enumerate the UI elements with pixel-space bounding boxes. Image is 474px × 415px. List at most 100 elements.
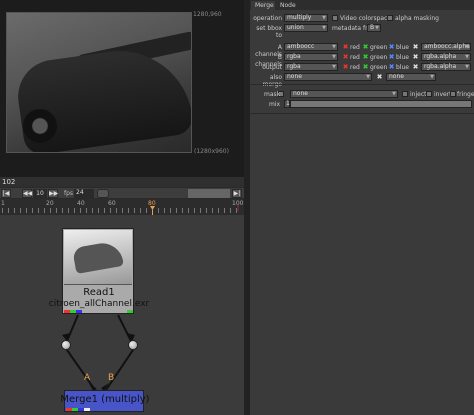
tab-node[interactable]: Node: [276, 1, 296, 10]
alpha-masking-label: alpha masking: [395, 15, 439, 22]
output-alpha-dropdown[interactable]: rgba.alpha ▼: [421, 63, 471, 71]
also-merge-dropdown-2[interactable]: none ▼: [386, 73, 436, 81]
also-merge-value: none: [287, 73, 302, 80]
red-check-icon[interactable]: ✖: [342, 44, 349, 51]
metadata-from-dropdown[interactable]: B ▼: [367, 24, 381, 32]
blue-check-icon[interactable]: ✖: [388, 64, 395, 71]
invert-checkbox[interactable]: [426, 91, 432, 97]
chevron-down-icon: ▼: [322, 15, 326, 21]
dot-node[interactable]: [128, 340, 138, 350]
chevron-down-icon: ▼: [332, 64, 336, 70]
output-indicator: [127, 310, 133, 313]
thumbnail-car: [72, 240, 124, 274]
read-node[interactable]: Read1 citroen_allChannel.exr: [49, 228, 149, 314]
timeline-ruler: [2, 208, 240, 213]
timeline[interactable]: 1 20 40 60 80 100 |: [0, 199, 244, 215]
mask-dropdown[interactable]: none ▼: [290, 90, 398, 98]
red-label: red: [350, 44, 360, 51]
chevron-down-icon: ▼: [375, 25, 379, 31]
playhead-marker[interactable]: [150, 199, 155, 215]
red-check-icon[interactable]: ✖: [342, 64, 349, 71]
video-colorspace-checkbox[interactable]: [332, 15, 338, 21]
tab-merge[interactable]: Merge: [251, 1, 275, 10]
chevron-down-icon: ▼: [465, 44, 469, 50]
operation-label: operation: [253, 15, 282, 22]
frame-increment-field[interactable]: 10: [33, 189, 47, 198]
chevron-down-icon: ▼: [332, 54, 336, 60]
frame-strip: 102: [0, 177, 244, 361]
output-value: rgba: [287, 63, 301, 70]
blue-label: blue: [396, 44, 409, 51]
mix-label: mix: [268, 101, 280, 108]
output-alpha-value: rgba.alpha: [424, 63, 457, 70]
transport-bar: |◀ ◀◀ 10 ▶▶ fps 24 ▶|: [0, 187, 244, 199]
panel-divider: [250, 113, 474, 114]
chevron-down-icon: ▼: [465, 64, 469, 70]
also-merge-check-icon[interactable]: ✖: [376, 74, 383, 81]
go-start-button[interactable]: |◀: [1, 189, 11, 198]
output-dropdown[interactable]: rgba ▼: [284, 63, 338, 71]
input-a-label: A: [84, 373, 91, 383]
frame-range-selector[interactable]: [188, 189, 230, 198]
inject-checkbox[interactable]: [402, 91, 408, 97]
alpha-masking-checkbox[interactable]: [387, 15, 393, 21]
a-alpha-dropdown[interactable]: amboocc.alpha ▼: [421, 43, 471, 51]
green-check-icon[interactable]: ✖: [362, 44, 369, 51]
format-top-right: 1280,960: [193, 11, 222, 18]
green-label: green: [370, 64, 388, 71]
output-label: output: [262, 64, 282, 71]
merge-node[interactable]: Merge1 (multiply): [60, 390, 150, 412]
dot-node[interactable]: [61, 340, 71, 350]
a-channels-dropdown[interactable]: amboocc ▼: [284, 43, 338, 51]
play-forward-button[interactable]: ▶▶: [48, 189, 58, 198]
alpha-check-icon[interactable]: ✖: [412, 54, 419, 61]
b-alpha-dropdown[interactable]: rgba.alpha ▼: [421, 53, 471, 61]
node-graph[interactable]: Read1 citroen_allChannel.exr A B Merge1 …: [0, 215, 244, 415]
blue-label: blue: [396, 54, 409, 61]
alpha-check-icon[interactable]: ✖: [412, 44, 419, 51]
red-check-icon[interactable]: ✖: [342, 54, 349, 61]
blue-check-icon[interactable]: ✖: [388, 54, 395, 61]
tick-label: 60: [108, 200, 116, 207]
properties-panel: Merge Node operation multiply ▼ Video col…: [250, 0, 474, 415]
also-merge-value-2: none: [389, 73, 404, 80]
loop-icon[interactable]: [97, 189, 109, 198]
blue-label: blue: [396, 64, 409, 71]
end-frame-marker: |: [237, 205, 240, 212]
a-alpha-value: amboocc.alpha: [424, 43, 470, 50]
current-frame: 102: [2, 178, 16, 186]
set-bbox-dropdown[interactable]: union ▼: [284, 24, 328, 32]
mix-slider-fill: [291, 101, 471, 107]
operation-value: multiply: [287, 14, 312, 21]
inject-label: inject: [410, 91, 427, 98]
fringe-label: fringe: [457, 91, 474, 98]
blue-check-icon[interactable]: ✖: [388, 44, 395, 51]
alpha-check-icon[interactable]: ✖: [412, 64, 419, 71]
mask-label: mask: [264, 91, 281, 98]
also-merge-dropdown[interactable]: none ▼: [284, 73, 372, 81]
operation-dropdown[interactable]: multiply ▼: [284, 14, 328, 22]
chevron-down-icon: ▼: [465, 54, 469, 60]
b-alpha-value: rgba.alpha: [424, 53, 457, 60]
red-label: red: [350, 54, 360, 61]
fps-label: fps: [64, 190, 74, 197]
chevron-down-icon: ▼: [392, 91, 396, 97]
green-check-icon[interactable]: ✖: [362, 64, 369, 71]
fps-field[interactable]: 24: [74, 189, 94, 198]
b-channels-value: rgba: [287, 53, 301, 60]
green-check-icon[interactable]: ✖: [362, 54, 369, 61]
mix-slider[interactable]: [290, 100, 472, 108]
tick-label: 40: [77, 200, 85, 207]
fringe-checkbox[interactable]: [450, 91, 456, 97]
green-label: green: [370, 54, 388, 61]
b-channels-dropdown[interactable]: rgba ▼: [284, 53, 338, 61]
play-backward-button[interactable]: ◀◀: [22, 189, 32, 198]
chevron-down-icon: ▼: [366, 74, 370, 80]
chevron-down-icon: ▼: [332, 44, 336, 50]
go-end-button[interactable]: ▶|: [232, 189, 242, 198]
invert-label: invert: [434, 91, 452, 98]
channel-indicator: [64, 310, 82, 313]
green-label: green: [370, 44, 388, 51]
viewer[interactable]: 1280,960 (1280x960): [0, 0, 244, 177]
car-wheel: [23, 109, 57, 143]
